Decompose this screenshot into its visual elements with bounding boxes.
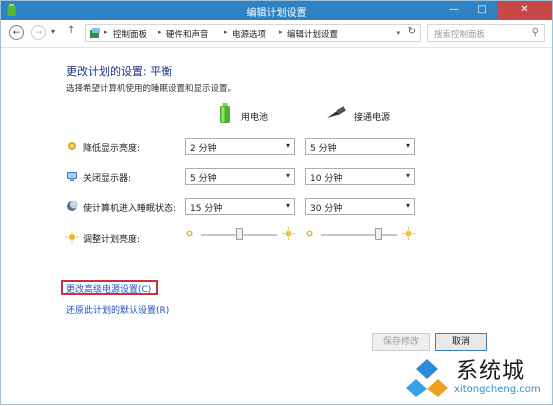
column-header-plugged-in: 接通电源 <box>354 113 391 123</box>
chevron-down-icon: ▾ <box>405 201 410 210</box>
row-label-dim-display: 降低显示亮度: <box>83 144 141 154</box>
chevron-down-icon: ▾ <box>405 171 410 180</box>
brightness-sun-icon <box>66 231 78 243</box>
sleep-plugged-select[interactable]: 30 分钟 ▾ <box>305 198 415 215</box>
search-placeholder: 搜索控制面板 <box>434 30 486 40</box>
watermark-domain: xitongcheng.com <box>454 384 541 395</box>
chevron-down-icon: ▾ <box>405 141 410 150</box>
dim-sun-icon <box>186 230 193 237</box>
search-icon[interactable]: ⚲ <box>532 27 539 38</box>
dim-display-battery-select[interactable]: 2 分钟 ▾ <box>185 138 295 155</box>
brightness-plugged-slider[interactable] <box>305 227 415 241</box>
address-dropdown-icon[interactable]: ▾ <box>396 29 400 37</box>
watermark-text: 系统城 <box>456 359 526 384</box>
dim-sun-icon <box>306 230 313 237</box>
restore-defaults-link[interactable]: 还原此计划的默认设置(R) <box>66 303 169 316</box>
sleep-icon <box>67 200 78 211</box>
turn-off-display-plugged-select[interactable]: 10 分钟 ▾ <box>305 168 415 185</box>
sleep-battery-select[interactable]: 15 分钟 ▾ <box>185 198 295 215</box>
recent-locations-chevron-icon[interactable]: ▾ <box>51 27 55 36</box>
breadcrumb-separator: ▸ <box>279 28 283 36</box>
advanced-power-settings-link[interactable]: 更改高级电源设置(C) <box>66 282 151 295</box>
back-button[interactable]: ← <box>9 25 24 40</box>
bright-sun-icon <box>282 227 295 240</box>
row-label-brightness: 调整计划亮度: <box>83 235 141 245</box>
column-header-battery: 用电池 <box>241 113 269 123</box>
search-box[interactable]: 搜索控制面板 ⚲ <box>427 24 545 42</box>
breadcrumb-power-options[interactable]: 电源选项 <box>232 28 266 40</box>
breadcrumb-edit-plan[interactable]: 编辑计划设置 <box>287 28 338 40</box>
breadcrumb-separator: ▸ <box>104 28 108 36</box>
dim-display-plugged-select[interactable]: 5 分钟 ▾ <box>305 138 415 155</box>
cancel-button[interactable]: 取消 <box>435 333 487 351</box>
maximize-button[interactable]: □ <box>469 1 495 20</box>
battery-icon <box>220 103 230 123</box>
up-button[interactable]: ↑ <box>67 25 75 36</box>
row-label-turn-off-display: 关闭显示器: <box>83 174 132 184</box>
breadcrumb-separator: ▸ <box>224 28 228 36</box>
chevron-down-icon: ▾ <box>285 201 290 210</box>
page-description: 选择希望计算机使用的睡眠设置和显示设置。 <box>66 84 237 94</box>
forward-button[interactable]: → <box>31 25 46 40</box>
dim-brightness-icon <box>68 142 76 150</box>
breadcrumb-hardware-sound[interactable]: 硬件和声音 <box>166 28 209 40</box>
navigation-bar: ← → ▾ ↑ ▸ 控制面板 ▸ 硬件和声音 ▸ 电源选项 ▸ 编辑计划设置 ▾… <box>1 20 552 48</box>
window: 编辑计划设置 — □ ✕ ← → ▾ ↑ ▸ 控制面板 ▸ 硬件和声音 ▸ 电源… <box>0 0 553 405</box>
breadcrumb-separator: ▸ <box>158 28 162 36</box>
brightness-battery-slider[interactable] <box>185 227 295 241</box>
watermark-logo-icon <box>404 357 450 397</box>
close-button[interactable]: ✕ <box>497 1 552 20</box>
page-title: 更改计划的设置: 平衡 <box>66 65 173 78</box>
bright-sun-icon <box>402 227 415 240</box>
save-changes-button[interactable]: 保存修改 <box>372 333 430 351</box>
monitor-icon <box>67 172 77 181</box>
breadcrumb-control-panel[interactable]: 控制面板 <box>113 28 147 40</box>
row-label-sleep: 使计算机进入睡眠状态: <box>83 204 177 214</box>
chevron-down-icon: ▾ <box>285 171 290 180</box>
turn-off-display-battery-select[interactable]: 5 分钟 ▾ <box>185 168 295 185</box>
chevron-down-icon: ▾ <box>285 141 290 150</box>
refresh-icon[interactable]: ↻ <box>408 26 416 37</box>
power-plug-icon <box>327 106 346 118</box>
watermark: 系统城 xitongcheng.com <box>396 351 553 406</box>
control-panel-icon <box>90 28 100 38</box>
title-bar: 编辑计划设置 — □ ✕ <box>1 1 552 20</box>
address-bar[interactable]: ▸ 控制面板 ▸ 硬件和声音 ▸ 电源选项 ▸ 编辑计划设置 ▾ ↻ <box>85 24 421 42</box>
slider-thumb[interactable] <box>374 228 382 240</box>
slider-track <box>321 234 397 236</box>
minimize-button[interactable]: — <box>441 1 467 20</box>
slider-thumb[interactable] <box>235 228 243 240</box>
